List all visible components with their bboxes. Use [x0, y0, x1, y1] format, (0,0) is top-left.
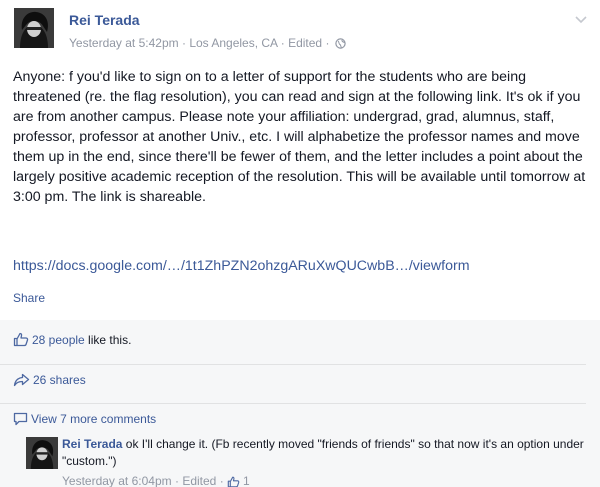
facebook-post: Rei Terada Yesterday at 5:42pm · Los Ang…	[0, 0, 600, 487]
likes-count-link[interactable]: 28 people	[32, 333, 85, 347]
shares-row: 26 shares	[0, 364, 586, 394]
post-external-link[interactable]: https://docs.google.com/…/1t1ZhPZN2ohzgA…	[13, 258, 470, 274]
shares-count-link[interactable]: 26 shares	[33, 373, 86, 387]
author-name[interactable]: Rei Terada	[69, 12, 140, 28]
post-body-text: Anyone: f you'd like to sign on to a let…	[13, 69, 586, 205]
commenter-name[interactable]: Rei Terada	[62, 437, 122, 451]
commenter-avatar[interactable]	[26, 437, 58, 469]
likes-suffix: like this.	[84, 333, 132, 347]
comment-meta: Yesterday at 6:04pm · Edited · 1	[62, 474, 250, 487]
comment-like-count[interactable]: 1	[243, 474, 250, 487]
thumbs-up-icon[interactable]	[227, 476, 240, 487]
thumbs-up-icon	[13, 328, 29, 358]
comment-text: ok I'll change it. (Fb recently moved "f…	[62, 437, 584, 468]
comment-timestamp[interactable]: Yesterday at 6:04pm	[62, 474, 172, 487]
chevron-down-icon[interactable]	[574, 12, 588, 24]
author-avatar[interactable]	[14, 8, 54, 48]
comment-body: Rei Terada ok I'll change it. (Fb recent…	[62, 436, 588, 470]
view-more-comments-link[interactable]: View 7 more comments	[31, 412, 156, 426]
share-arrow-icon	[13, 368, 30, 398]
feedback-section: 28 people like this. 26 shares View 7 mo…	[0, 320, 600, 487]
post-timestamp[interactable]: Yesterday at 5:42pm	[69, 36, 179, 50]
comment-item: Rei Terada ok I'll change it. (Fb recent…	[0, 433, 600, 487]
meta-separator: ·	[219, 474, 224, 487]
share-button[interactable]: Share	[13, 291, 45, 305]
meta-separator: ·	[174, 474, 179, 487]
post-location[interactable]: Los Angeles, CA	[189, 36, 277, 50]
post-edited[interactable]: Edited	[288, 36, 322, 50]
view-more-comments-row: View 7 more comments	[0, 403, 586, 433]
globe-icon[interactable]	[335, 38, 346, 52]
meta-separator: ·	[325, 36, 330, 50]
likes-row: 28 people like this.	[0, 325, 586, 355]
post-meta: Yesterday at 5:42pm · Los Angeles, CA · …	[69, 36, 346, 52]
comment-edited[interactable]: Edited	[182, 474, 216, 487]
meta-separator: ·	[181, 36, 186, 50]
meta-separator: ·	[280, 36, 285, 50]
